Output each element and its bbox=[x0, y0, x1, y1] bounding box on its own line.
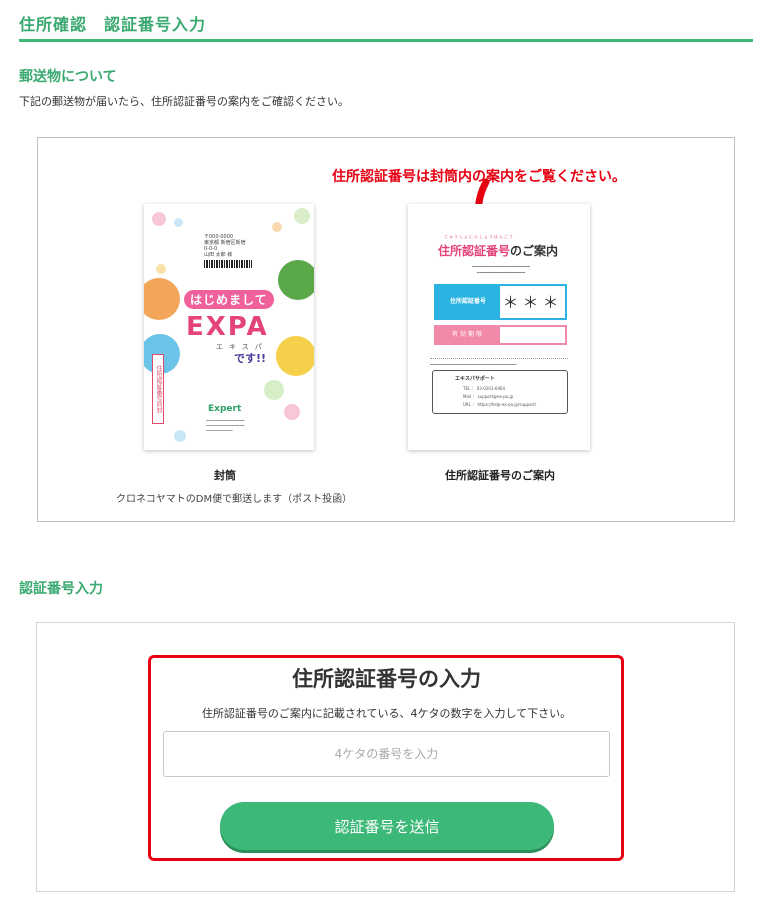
notice-code-value: ＊＊＊＊ bbox=[502, 293, 563, 346]
notice-code-row: 住所認証番号 ＊＊＊＊ bbox=[434, 284, 567, 346]
title-divider bbox=[19, 39, 753, 42]
code-input-field[interactable] bbox=[163, 731, 610, 777]
envelope-subcaption: クロネコヤマトのDM便で郵送します（ポスト投函） bbox=[116, 494, 353, 505]
envelope-dot bbox=[294, 208, 310, 224]
notice-support-title: エキスパサポート bbox=[455, 376, 495, 382]
notice-note: ━━━━━━━━━━━━━━━━━━━━━━━━━━━━━━━━━━━━ bbox=[430, 362, 517, 367]
character-illustration bbox=[276, 336, 314, 376]
character-illustration bbox=[278, 260, 314, 300]
code-input-description: 住所認証番号のご案内に記載されている、4ケタの数字を入力して下さい。 bbox=[201, 707, 572, 720]
envelope-tagline: です!! bbox=[234, 352, 267, 365]
mail-illustration-box: 住所認証番号は封筒内の案内をご覧ください。 〒000-0000 東京都 新宿区新宿… bbox=[37, 137, 735, 522]
notice-support-url: URL ： https://help-ex-pa.jp/support/ bbox=[463, 402, 537, 407]
notice-title-highlight: 住所認証番号 bbox=[438, 244, 511, 258]
notice-support-box: エキスパサポート TEL ： 03-0201-6464 Mail ： suppo… bbox=[432, 370, 568, 414]
envelope-dot bbox=[174, 430, 186, 442]
envelope-barcode bbox=[204, 260, 252, 268]
envelope-ribbon: 住所認証番号同封 bbox=[152, 354, 164, 424]
notice-description: ━━━━━━━━━━━━━━━━━━━━━━━━ ━━━━━━━━━━━━━━━━… bbox=[472, 264, 530, 275]
envelope-dot bbox=[264, 380, 284, 400]
mail-section-heading: 郵送物について bbox=[19, 69, 117, 85]
envelope-dot bbox=[156, 264, 166, 274]
page-title: 住所確認 認証番号入力 bbox=[19, 15, 207, 34]
notice-title-rest: のご案内 bbox=[510, 244, 559, 258]
notice-support-details: TEL ： 03-0201-6464 Mail ： support@ex-pa.… bbox=[463, 385, 536, 409]
envelope-greeting: はじめまして bbox=[184, 290, 274, 309]
notice-support-tel: TEL ： 03-0201-6464 bbox=[463, 386, 506, 391]
notice-title: 住所認証番号のご案内 bbox=[438, 242, 558, 259]
notice-support-mail: Mail ： support@ex-pa.jp bbox=[463, 394, 514, 399]
envelope-logo: EXPA bbox=[186, 312, 269, 342]
envelope-dot bbox=[272, 222, 282, 232]
notice-ruby: じゅうしょにんしょうばんごう bbox=[444, 234, 514, 239]
notice-expiry-row: 有効期限 bbox=[434, 325, 567, 345]
envelope-fine-print: ━━━━━━━━━━━━━━━━ ━━━━━━━━━━━━━━━━ ━━━━━━━━… bbox=[206, 418, 245, 433]
envelope-caption: 封筒 bbox=[214, 469, 236, 482]
mail-intro-text: 下記の郵送物が届いたら、住所認証番号の案内をご確認ください。 bbox=[19, 95, 349, 108]
envelope-address: 〒000-0000 東京都 新宿区新宿 0-0-0 山田 太郎 様 bbox=[204, 234, 246, 258]
notice-code-label: 住所認証番号 bbox=[436, 286, 500, 318]
character-illustration bbox=[144, 278, 180, 320]
envelope-dot bbox=[174, 218, 183, 227]
envelope-dot bbox=[152, 212, 166, 226]
notice-divider bbox=[430, 358, 568, 359]
notice-card-image: じゅうしょにんしょうばんごう 住所認証番号のご案内 ━━━━━━━━━━━━━━… bbox=[408, 204, 590, 450]
code-section-heading: 認証番号入力 bbox=[19, 581, 103, 597]
notice-expiry-label: 有効期限 bbox=[436, 327, 500, 343]
envelope-brand-logo: Expert bbox=[208, 404, 242, 414]
envelope-dot bbox=[284, 404, 300, 420]
submit-code-button[interactable]: 認証番号を送信 bbox=[220, 802, 554, 850]
notice-caption: 住所認証番号のご案内 bbox=[445, 469, 555, 482]
code-input-title: 住所認証番号の入力 bbox=[292, 667, 481, 691]
envelope-image: 〒000-0000 東京都 新宿区新宿 0-0-0 山田 太郎 様 はじめまして EX… bbox=[144, 204, 314, 450]
code-input-box: 住所認証番号の入力 住所認証番号のご案内に記載されている、4ケタの数字を入力して… bbox=[36, 622, 735, 892]
